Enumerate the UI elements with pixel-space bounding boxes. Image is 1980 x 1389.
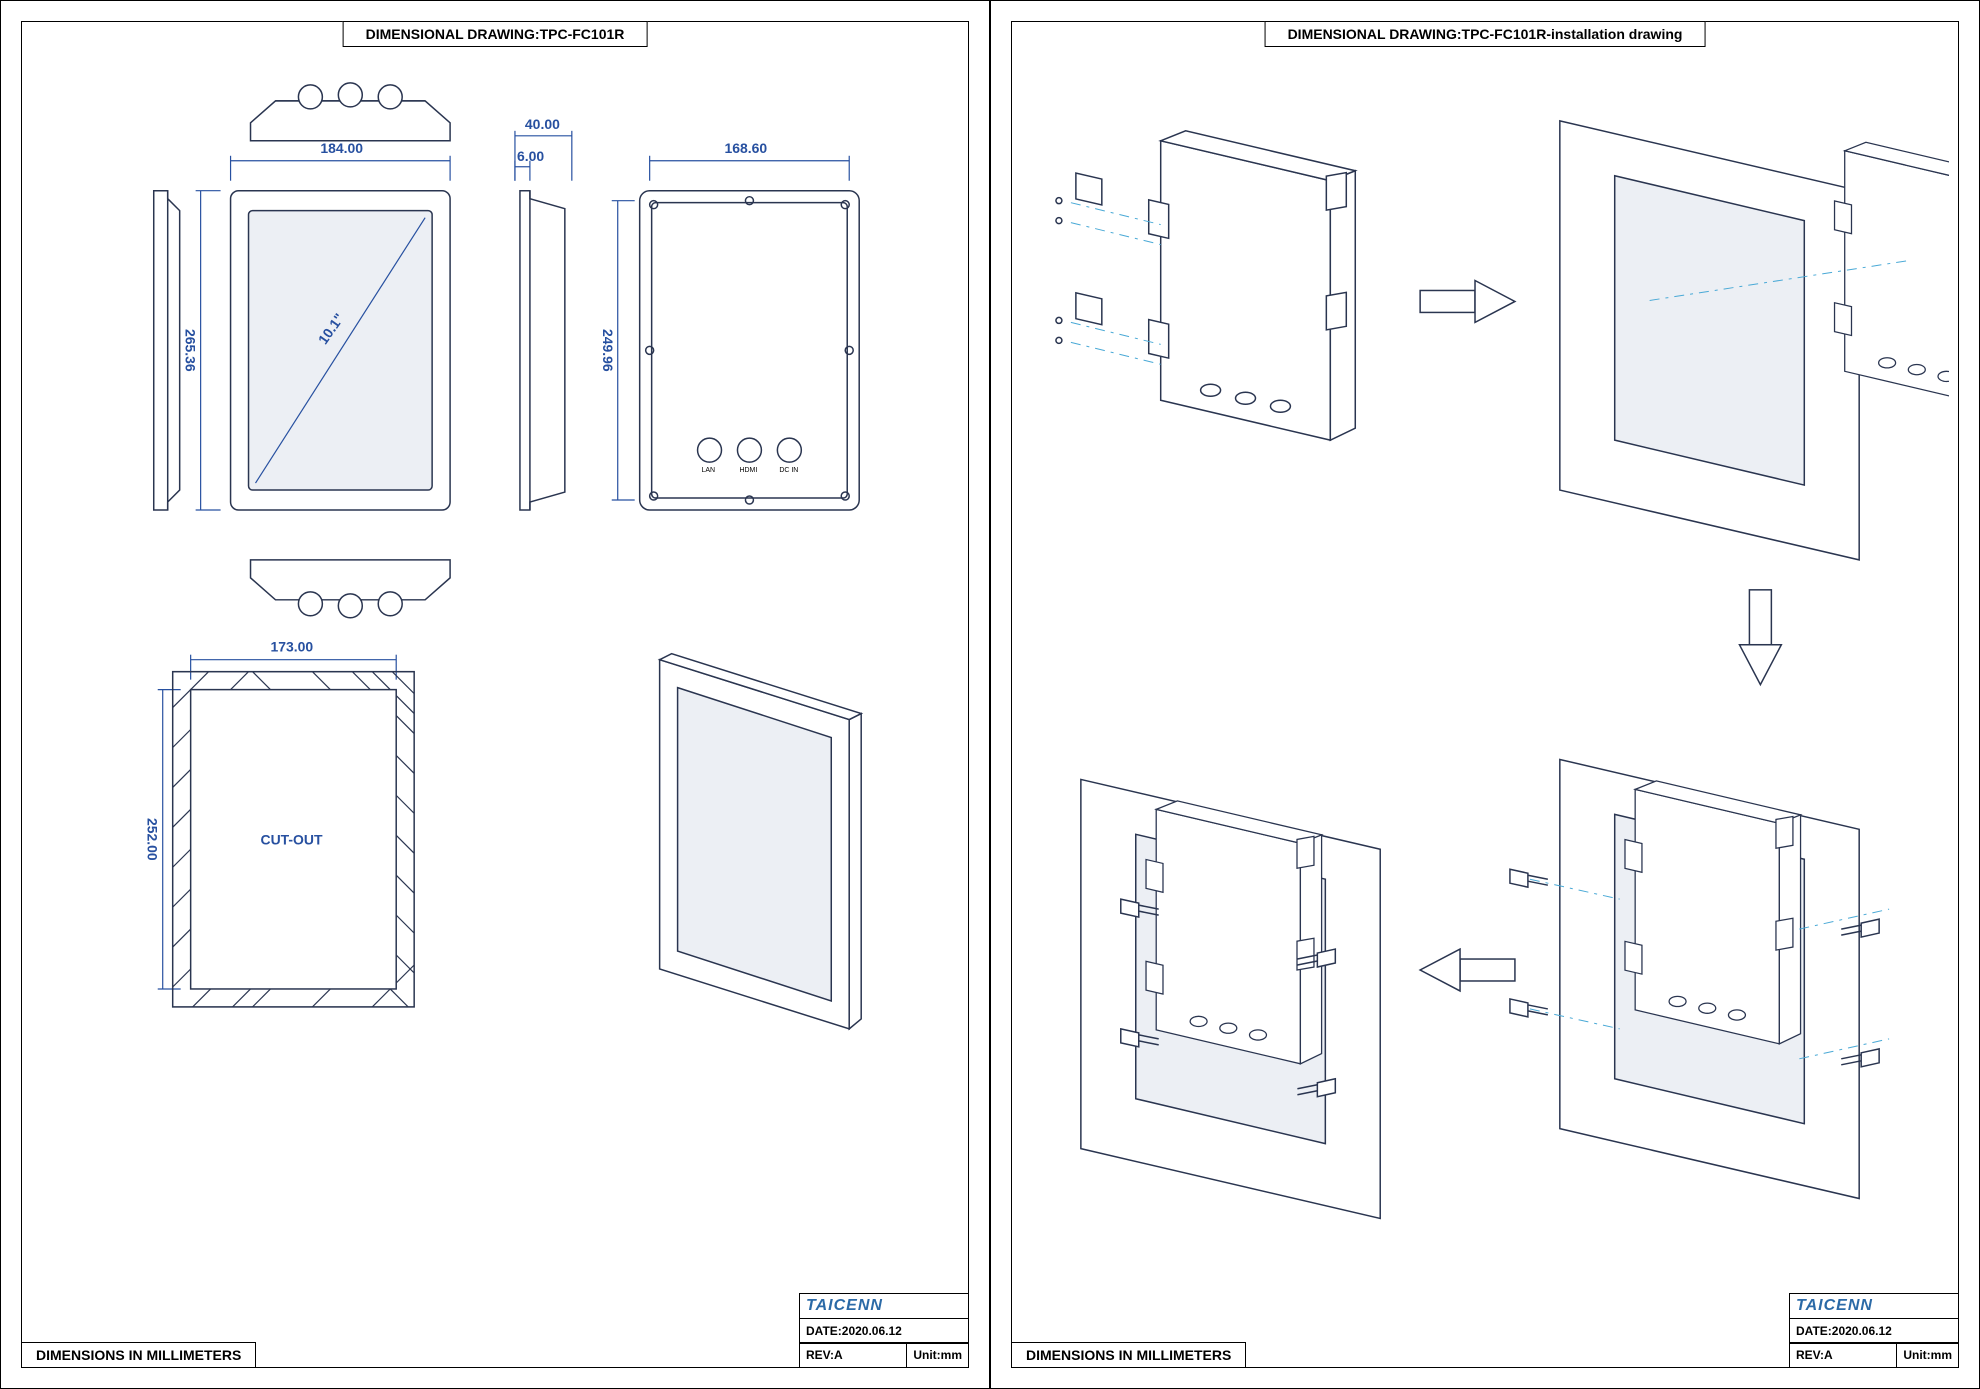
sheet-dimensional: DIMENSIONAL DRAWING:TPC-FC101R 184.00 26… <box>0 0 990 1389</box>
rev-cell: REV:A <box>800 1343 907 1367</box>
sheet-title: DIMENSIONAL DRAWING:TPC-FC101R <box>343 21 648 47</box>
arrow-icon <box>1420 281 1515 323</box>
drawing-canvas: 184.00 265.36 10.1" 40.00 6.00 <box>31 51 959 1298</box>
brand-logo: TAICENN <box>806 1297 883 1315</box>
conn-label-lan: LAN <box>702 467 716 474</box>
title-block: TAICENN DATE:2020.06.12 REV:A Unit:mm <box>799 1295 969 1369</box>
rev-cell: REV:A <box>1790 1343 1897 1367</box>
dim-depth-total: 40.00 <box>525 116 560 132</box>
dim-front-width: 184.00 <box>320 140 363 156</box>
dim-cutout-width: 173.00 <box>270 639 313 655</box>
dim-cutout-height: 252.00 <box>145 818 161 861</box>
arrow-icon <box>1739 590 1781 685</box>
install-canvas <box>1021 51 1949 1298</box>
date-row: DATE:2020.06.12 <box>1789 1318 1959 1344</box>
unit-cell: Unit:mm <box>1897 1343 1958 1367</box>
sheet-title: DIMENSIONAL DRAWING:TPC-FC101R-installat… <box>1265 21 1706 47</box>
cutout-label: CUT-OUT <box>261 831 323 847</box>
dim-rear-width: 168.60 <box>724 140 767 156</box>
sheet-installation: DIMENSIONAL DRAWING:TPC-FC101R-installat… <box>990 0 1980 1389</box>
conn-label-hdmi: HDMI <box>739 467 757 474</box>
unit-cell: Unit:mm <box>907 1343 968 1367</box>
dim-note: DIMENSIONS IN MILLIMETERS <box>21 1342 256 1368</box>
dim-rear-height: 249.96 <box>600 329 616 372</box>
brand-logo: TAICENN <box>1796 1297 1873 1315</box>
date-row: DATE:2020.06.12 <box>799 1318 969 1344</box>
dim-note: DIMENSIONS IN MILLIMETERS <box>1011 1342 1246 1368</box>
dim-front-height: 265.36 <box>183 329 199 372</box>
title-block: TAICENN DATE:2020.06.12 REV:A Unit:mm <box>1789 1295 1959 1369</box>
dim-depth-step: 6.00 <box>517 148 544 164</box>
conn-label-dcin: DC IN <box>779 467 798 474</box>
arrow-icon <box>1420 949 1515 991</box>
